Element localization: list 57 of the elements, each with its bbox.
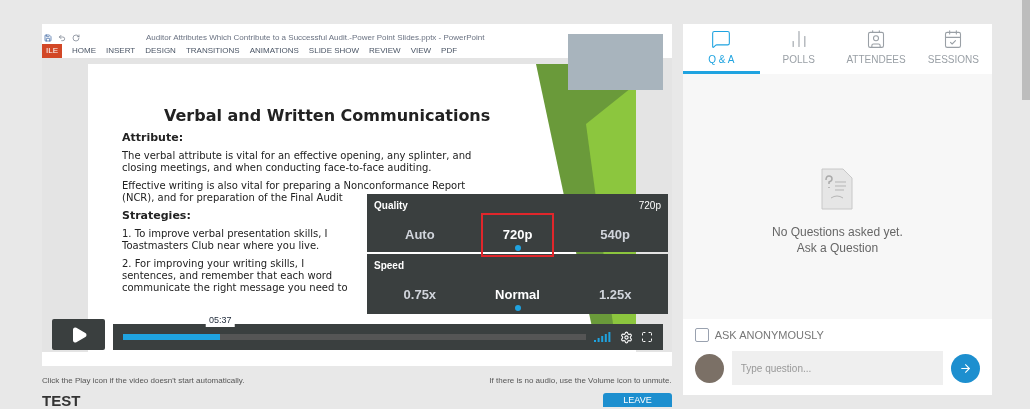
hint-text: Click the Play icon if the video doesn't start automatically.: [42, 375, 245, 387]
slide-text: communicate the right message you need to: [122, 282, 348, 294]
empty-state-text: Ask a Question: [795, 240, 880, 256]
ribbon-tab[interactable]: REVIEW: [369, 45, 401, 57]
slide-text: closing meetings, and when conducting face-to-face auditing.: [122, 162, 432, 174]
scrollbar-thumb[interactable]: [1022, 0, 1030, 100]
send-button[interactable]: [951, 353, 981, 383]
ribbon-tab[interactable]: ANIMATIONS: [249, 45, 299, 57]
ribbon-tab[interactable]: DESIGN: [145, 45, 176, 57]
player-option[interactable]: 1.25x: [578, 273, 652, 317]
checkbox-label: ASK ANONYMOUSLY: [714, 327, 824, 343]
time-tooltip: 05:37: [205, 314, 235, 327]
ribbon-tab[interactable]: INSERT: [106, 45, 136, 57]
slide-text: 2. For improving your writing skills, I: [122, 258, 305, 270]
settings-icon[interactable]: [619, 330, 633, 344]
empty-document-icon: [821, 168, 854, 210]
menu-heading: Speed: [374, 260, 404, 271]
fullscreen-icon[interactable]: [640, 331, 653, 343]
slide-title: Verbal and Written Communications: [164, 105, 491, 127]
slide-text: sentences, and remember that each word: [122, 270, 333, 282]
ribbon-tab[interactable]: PDF: [441, 45, 458, 57]
contact-card-icon: [866, 28, 887, 49]
current-quality: 720p: [638, 199, 661, 213]
user-avatar: [694, 353, 724, 383]
leave-button[interactable]: LEAVE: [603, 393, 672, 407]
slide-heading: Strategies:: [122, 210, 191, 222]
volume-icon[interactable]: [593, 332, 612, 342]
ribbon-tab[interactable]: HOME: [72, 45, 96, 57]
play-button[interactable]: [52, 319, 105, 350]
ribbon-tab[interactable]: VIEW: [410, 45, 432, 57]
player-option[interactable]: 0.75x: [383, 273, 457, 317]
undo-icon: [58, 34, 66, 42]
redo-icon: [72, 34, 80, 42]
arrow-right-icon: [959, 361, 973, 375]
section-title: TEST: [42, 393, 81, 408]
calendar-icon: [943, 28, 964, 49]
chat-icon: [711, 28, 732, 49]
menu-heading: Quality: [374, 199, 408, 213]
slide-heading: Attribute:: [122, 132, 184, 144]
question-input[interactable]: Type question...: [731, 351, 944, 385]
slide-text: 1. To improve verbal presentation skills, I: [122, 228, 328, 240]
ribbon-tab[interactable]: TRANSITIONS: [185, 45, 240, 57]
player-option[interactable]: 720p: [480, 213, 555, 257]
file-tab[interactable]: ILE: [42, 44, 62, 58]
player-option[interactable]: 540p: [578, 213, 652, 257]
anonymous-checkbox[interactable]: [694, 327, 709, 342]
slide-text: The verbal attribute is vital for an effective opening, any splinter, and: [122, 150, 472, 162]
window-title: Auditor Attributes Which Contribute to a Successful Audit.-Power Point Slides.pptx - PowerPoint: [146, 32, 485, 44]
slide-text: (NCR), and for preparation of the Final Audit: [122, 192, 343, 204]
player-option[interactable]: Auto: [383, 213, 457, 257]
slide-text: Effective writing is also vital for preparing a Nonconformance Report: [122, 180, 466, 192]
empty-state-text: No Questions asked yet.: [772, 224, 903, 240]
ribbon-tab[interactable]: SLIDE SHOW: [308, 45, 360, 57]
player-option[interactable]: Normal: [480, 273, 555, 317]
save-icon: [44, 34, 52, 42]
hint-text: If there is no audio, use the Volume icon to unmute.: [489, 375, 672, 387]
slide-text: Toastmasters Club near where you live.: [122, 240, 320, 252]
